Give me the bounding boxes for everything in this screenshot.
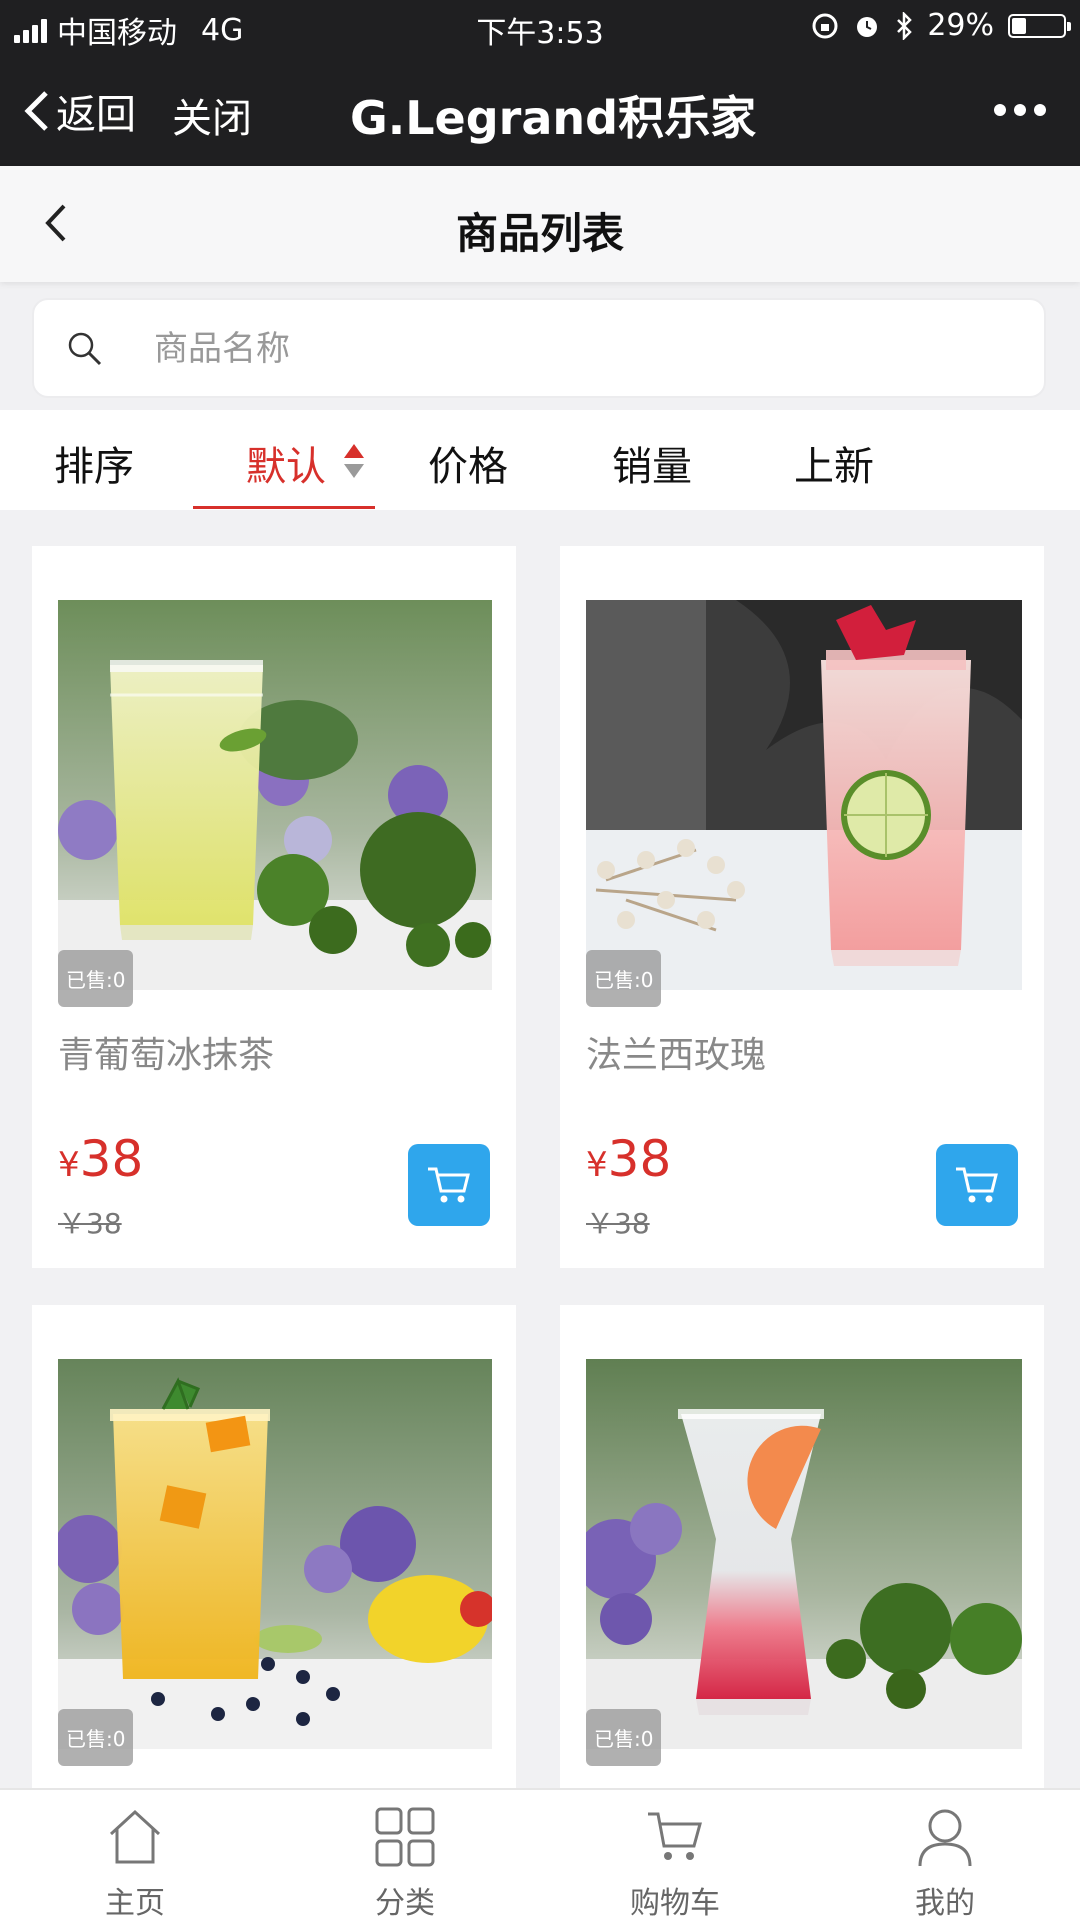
grid-icon: [375, 1807, 435, 1867]
rotation-lock-icon: [812, 13, 838, 38]
sold-count-badge: 已售:0: [586, 1709, 662, 1766]
product-card[interactable]: 已售:0: [560, 1305, 1044, 1788]
product-card[interactable]: 已售:0: [32, 1305, 516, 1788]
original-price: ￥38: [586, 1207, 650, 1240]
page-title: 商品列表: [455, 209, 624, 258]
user-icon: [918, 1809, 972, 1867]
add-to-cart-button[interactable]: [936, 1144, 1018, 1226]
cart-icon: [428, 1167, 470, 1203]
sort-bar: 排序 默认 价格 销量 上新: [0, 410, 1080, 510]
original-price: ￥38: [58, 1207, 122, 1240]
sold-count-badge: 已售:0: [586, 950, 662, 1007]
sort-direction-icon: [344, 444, 364, 478]
price-value: 38: [607, 1130, 672, 1188]
sort-default-label: 默认: [246, 444, 326, 490]
back-button[interactable]: 返回: [22, 82, 136, 140]
product-card[interactable]: 已售:0 法兰西玫瑰 ¥38 ￥38: [560, 546, 1044, 1268]
home-icon: [109, 1809, 161, 1864]
battery-percent: 29%: [927, 8, 994, 43]
more-icon[interactable]: [994, 104, 1046, 116]
tab-profile[interactable]: 我的: [810, 1790, 1080, 1922]
price-value: 38: [79, 1130, 144, 1188]
bottom-tab-bar: 主页 分类 购物车 我的: [0, 1788, 1080, 1922]
product-price: ¥38: [586, 1130, 671, 1188]
tab-label: 主页: [105, 1886, 165, 1921]
sort-new-tab[interactable]: 上新: [794, 434, 874, 492]
back-label: 返回: [56, 92, 136, 138]
sold-count-badge: 已售:0: [58, 1709, 134, 1766]
tab-label: 分类: [375, 1886, 435, 1921]
wechat-navbar: 返回 关闭 G.Legrand积乐家: [0, 52, 1080, 166]
tab-category[interactable]: 分类: [270, 1790, 540, 1922]
close-button[interactable]: 关闭: [172, 86, 252, 144]
chevron-left-icon: [24, 91, 48, 131]
sort-price-tab[interactable]: 价格: [428, 434, 508, 492]
battery-icon: [1008, 13, 1071, 38]
tab-cart[interactable]: 购物车: [540, 1790, 810, 1922]
currency-symbol: ¥: [586, 1145, 608, 1185]
search-box[interactable]: [32, 298, 1046, 398]
product-image[interactable]: [586, 1359, 1022, 1749]
product-image[interactable]: [58, 600, 492, 990]
tab-home[interactable]: 主页: [0, 1790, 270, 1922]
status-bar: 中国移动 4G 下午3:53 29%: [0, 0, 1080, 52]
add-to-cart-button[interactable]: [408, 1144, 490, 1226]
active-tab-underline: [193, 506, 375, 509]
bluetooth-icon: [897, 11, 913, 40]
product-name[interactable]: 青葡萄冰抹茶: [58, 1026, 274, 1078]
search-icon: [68, 332, 102, 366]
sort-sales-tab[interactable]: 销量: [612, 434, 692, 492]
tab-label: 购物车: [630, 1886, 720, 1921]
product-name[interactable]: 法兰西玫瑰: [586, 1026, 766, 1078]
cart-icon: [648, 1812, 702, 1860]
product-image[interactable]: [586, 600, 1022, 990]
sold-count-badge: 已售:0: [58, 950, 134, 1007]
tab-label: 我的: [915, 1886, 975, 1921]
alarm-icon: [857, 16, 878, 37]
sort-label: 排序: [54, 444, 134, 490]
product-image[interactable]: [58, 1359, 492, 1749]
product-card[interactable]: 已售:0 青葡萄冰抹茶 ¥38 ￥38: [32, 546, 516, 1268]
search-input[interactable]: [152, 320, 1016, 378]
app-title: G.Legrand积乐家: [350, 91, 757, 145]
page-header: 商品列表: [0, 166, 1080, 282]
sort-default-tab[interactable]: 默认: [246, 434, 326, 492]
cart-icon: [956, 1167, 998, 1203]
product-price: ¥38: [58, 1130, 143, 1188]
currency-symbol: ¥: [58, 1145, 80, 1185]
